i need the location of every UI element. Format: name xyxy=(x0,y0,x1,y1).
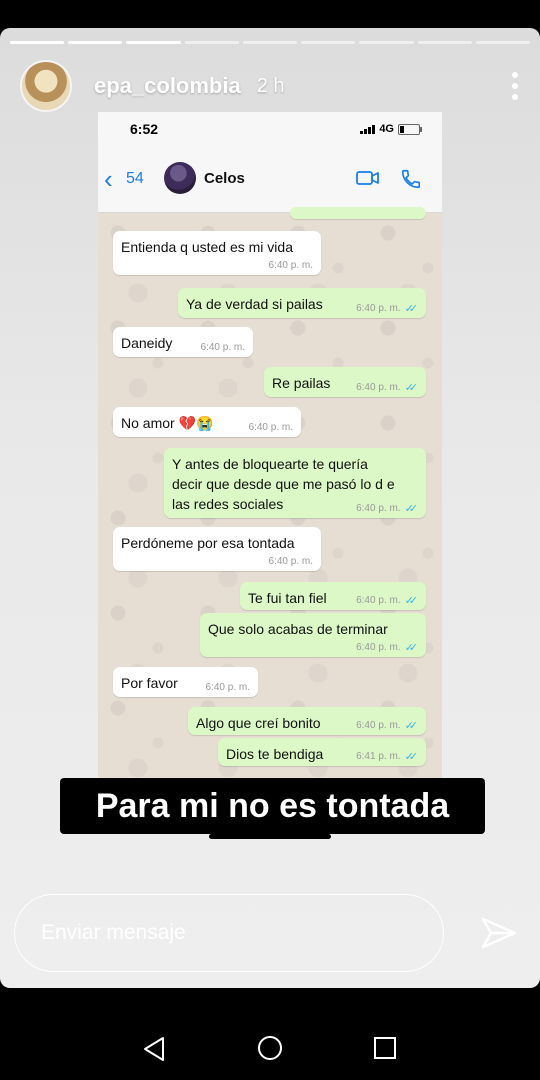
more-vertical-icon[interactable] xyxy=(510,72,520,100)
message-time: 6:40 p. m. xyxy=(200,342,245,353)
message-time: 6:40 p. m. xyxy=(356,303,401,314)
message-bubble: Entienda q usted es mi vida 6:40 p. m. xyxy=(113,231,321,275)
signal-icon xyxy=(360,124,376,134)
double-check-icon: ✓✓ xyxy=(404,382,419,394)
double-check-icon: ✓✓ xyxy=(404,503,419,515)
message-bubble: Dios te bendiga 6:41 p. m. ✓✓ xyxy=(218,738,426,766)
progress-segment xyxy=(242,41,298,44)
screenshot-chat: 6:52 4G ‹ 54 Celos Entienda q usted es m… xyxy=(98,112,442,832)
video-camera-icon[interactable] xyxy=(356,170,380,186)
message-bubble: Te fui tan fiel 6:40 p. m. ✓✓ xyxy=(240,582,426,610)
phone-icon[interactable] xyxy=(400,168,422,190)
chat-header: ‹ 54 Celos xyxy=(98,148,442,213)
progress-segment xyxy=(417,41,472,44)
story-progress-bar xyxy=(10,41,530,44)
progress-segment xyxy=(184,41,239,44)
progress-segment xyxy=(10,41,65,44)
message-bubble: Ya de verdad si pailas 6:40 p. m. ✓✓ xyxy=(178,288,426,318)
send-icon[interactable] xyxy=(480,916,518,950)
battery-icon xyxy=(398,123,422,135)
message-time: 6:40 p. m. xyxy=(205,682,250,693)
message-bubble: Re pailas 6:40 p. m. ✓✓ xyxy=(264,367,426,397)
progress-segment xyxy=(126,41,181,44)
ios-status-bar: 6:52 4G xyxy=(98,112,442,148)
story-caption: Para mi no es tontada xyxy=(60,778,485,834)
circle-home-icon[interactable] xyxy=(257,1035,283,1061)
progress-segment xyxy=(68,41,123,44)
message-time: 6:41 p. m. xyxy=(356,751,401,762)
chevron-left-icon[interactable]: ‹ xyxy=(104,166,113,192)
message-text: Que solo acabas de terminar xyxy=(208,621,388,637)
double-check-icon: ✓✓ xyxy=(404,303,419,315)
contact-avatar[interactable] xyxy=(164,162,196,194)
story-viewer: epa_colombia 2 h 6:52 4G ‹ 54 Celos Enti… xyxy=(0,28,540,988)
story-time-ago: 2 h xyxy=(256,74,285,97)
caption-text: Para mi no es tontada xyxy=(95,786,450,825)
message-text: Entienda q usted es mi vida xyxy=(121,239,293,255)
profile-avatar[interactable] xyxy=(20,60,72,112)
message-bubble: Algo que creí bonito 6:40 p. m. ✓✓ xyxy=(188,707,426,735)
double-check-icon: ✓✓ xyxy=(404,642,419,654)
message-text-line: decir que desde que me pasó lo d e xyxy=(172,476,395,492)
message-time: 6:40 p. m. xyxy=(268,556,313,567)
message-bubble: Perdóneme por esa tontada 6:40 p. m. xyxy=(113,527,321,571)
message-bubble: Por favor 6:40 p. m. xyxy=(113,667,258,697)
message-partial xyxy=(290,207,426,219)
story-header: epa_colombia 2 h xyxy=(20,58,520,114)
message-time: 6:40 p. m. xyxy=(248,422,293,433)
message-time: 6:40 p. m. xyxy=(356,720,401,731)
reply-message-input[interactable]: Enviar mensaje xyxy=(14,894,444,972)
double-check-icon: ✓✓ xyxy=(404,595,419,607)
message-time: 6:40 p. m. xyxy=(356,642,401,653)
double-check-icon: ✓✓ xyxy=(404,720,419,732)
network-type: 4G xyxy=(379,123,394,135)
message-time: 6:40 p. m. xyxy=(356,503,401,514)
progress-segment xyxy=(359,41,414,44)
contact-name[interactable]: Celos xyxy=(204,170,245,187)
square-recent-icon[interactable] xyxy=(373,1036,397,1060)
reply-placeholder: Enviar mensaje xyxy=(41,921,186,944)
message-time: 6:40 p. m. xyxy=(268,260,313,271)
chat-background: Entienda q usted es mi vida 6:40 p. m. Y… xyxy=(98,207,442,832)
message-bubble: Y antes de bloquearte te quería decir qu… xyxy=(164,448,426,518)
message-bubble: Daneidy 6:40 p. m. xyxy=(113,327,253,357)
message-text-line: Y antes de bloquearte te quería xyxy=(172,456,368,472)
progress-segment xyxy=(301,41,356,44)
home-indicator xyxy=(209,834,331,839)
triangle-back-icon[interactable] xyxy=(142,1036,166,1062)
message-time: 6:40 p. m. xyxy=(356,382,401,393)
message-bubble: No amor 💔😭 6:40 p. m. xyxy=(113,407,301,437)
progress-segment xyxy=(475,41,530,44)
double-check-icon: ✓✓ xyxy=(404,751,419,763)
android-navigation-bar xyxy=(0,1010,540,1080)
status-time: 6:52 xyxy=(130,121,159,137)
username[interactable]: epa_colombia xyxy=(94,73,241,99)
back-count[interactable]: 54 xyxy=(126,170,144,188)
message-bubble: Que solo acabas de terminar 6:40 p. m. ✓✓ xyxy=(200,613,426,657)
message-time: 6:40 p. m. xyxy=(356,595,401,606)
message-text: Perdóneme por esa tontada xyxy=(121,535,295,551)
